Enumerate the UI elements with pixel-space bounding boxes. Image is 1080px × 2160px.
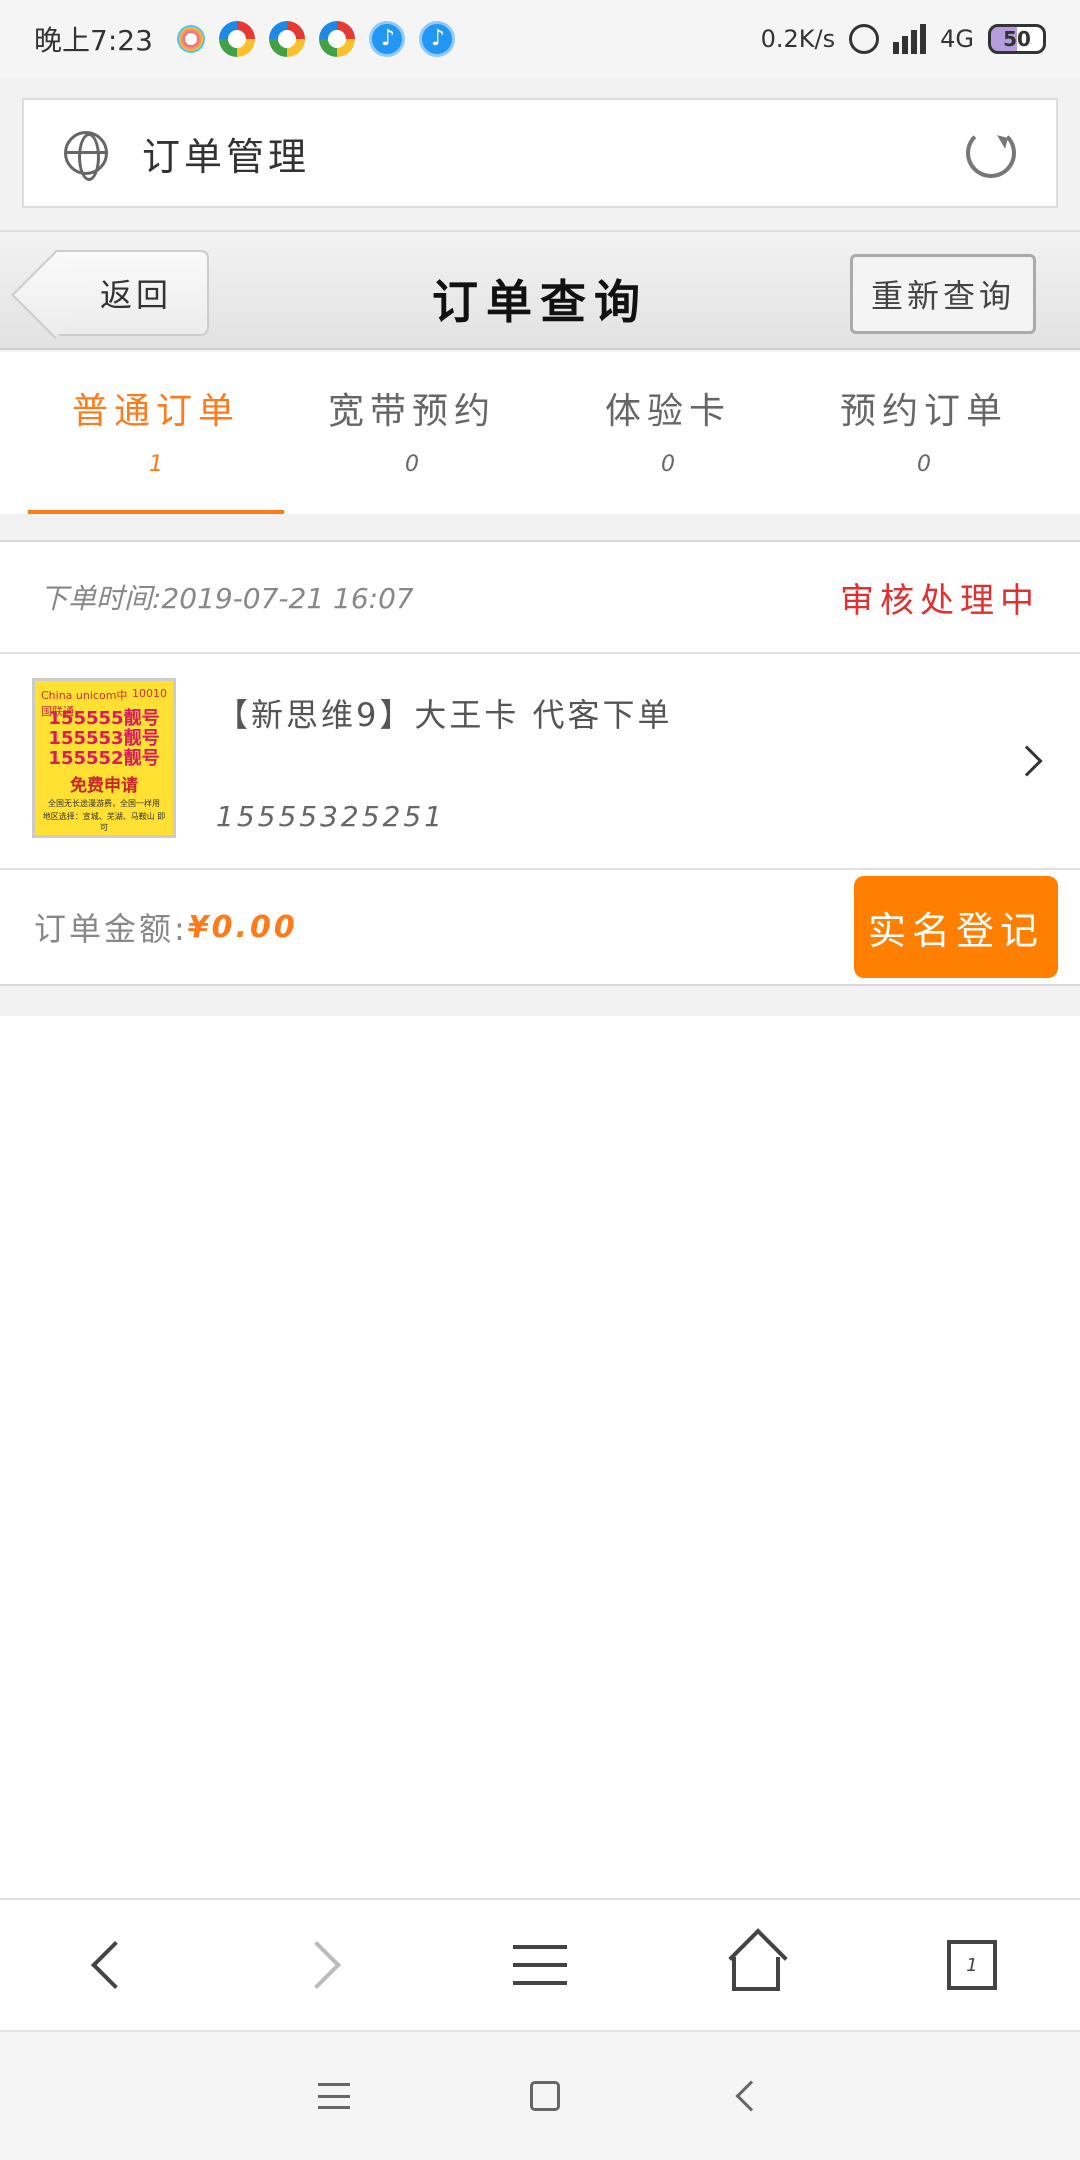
requery-button[interactable]: 重新查询 — [850, 254, 1036, 334]
thumb-brand: China unicom中国联通 — [41, 689, 128, 718]
browser-home-button[interactable] — [711, 1920, 801, 2010]
browser-back-button[interactable] — [63, 1920, 153, 2010]
arrow-right-icon — [292, 1940, 342, 1990]
battery-level: 50 — [1003, 27, 1031, 51]
thumb-hotline: 10010 — [132, 687, 167, 700]
tab-trial-card[interactable]: 体验卡 0 — [540, 352, 796, 514]
amount-value: ¥0.00 — [187, 909, 298, 945]
order-footer: 订单金额: ¥0.00 实名登记 — [0, 870, 1080, 984]
thumb-note: 全国无长途漫游费，全国一样用 — [48, 799, 160, 808]
tab-reserved-orders[interactable]: 预约订单 0 — [796, 352, 1052, 514]
app-notification-icon — [176, 25, 205, 53]
tab-label: 预约订单 — [839, 391, 1008, 432]
tab-label: 普通订单 — [71, 391, 240, 432]
menu-icon — [513, 1945, 567, 1985]
browser-forward-button[interactable] — [279, 1920, 369, 2010]
back-button-label: 返回 — [99, 276, 172, 314]
tab-count: 0 — [405, 452, 419, 477]
alarm-icon — [849, 24, 880, 54]
browser-tabs-button[interactable]: 1 — [927, 1920, 1017, 2010]
order-time: 下单时间:2019-07-21 16:07 — [40, 582, 414, 615]
tab-broadband-reservation[interactable]: 宽带预约 0 — [284, 352, 540, 514]
thumb-note: 地区选择：宣城、芜湖、马鞍山 即可 — [42, 812, 166, 832]
app-notification-icon — [268, 21, 305, 57]
thumb-apply: 免费申请 — [70, 776, 138, 796]
chevron-right-icon[interactable] — [1011, 745, 1043, 777]
status-bar: 晚上7:23 0.2K/s 4G 50 — [0, 0, 1080, 78]
system-home-icon[interactable] — [530, 2081, 560, 2111]
tabs-count-icon: 1 — [947, 1940, 997, 1990]
network-speed: 0.2K/s — [760, 25, 836, 53]
thumb-number-line: 155552靓号 — [48, 748, 160, 769]
product-name: 【新思维9】大王卡 代客下单 — [216, 696, 673, 734]
tab-normal-orders[interactable]: 普通订单 1 — [28, 352, 284, 514]
browser-menu-button[interactable] — [495, 1920, 585, 2010]
system-back-icon[interactable] — [735, 2080, 767, 2112]
tab-count: 0 — [917, 452, 931, 477]
empty-content-area — [0, 1016, 1080, 1898]
home-icon — [732, 1957, 780, 1991]
music-app-icon — [418, 21, 455, 57]
tab-label: 体验卡 — [604, 391, 731, 432]
app-notification-icon — [318, 21, 355, 57]
system-navigation-bar — [0, 2030, 1080, 2160]
tab-count: 0 — [661, 452, 675, 477]
globe-icon — [64, 131, 108, 181]
realname-register-button[interactable]: 实名登记 — [854, 876, 1058, 978]
order-status: 审核处理中 — [840, 580, 1040, 621]
tab-label: 宽带预约 — [327, 391, 496, 432]
arrow-left-icon — [90, 1940, 140, 1990]
refresh-icon[interactable] — [966, 128, 1016, 178]
page-header: 返回 订单查询 重新查询 — [0, 230, 1080, 350]
music-app-icon — [368, 21, 405, 57]
order-header: 下单时间:2019-07-21 16:07 审核处理中 — [0, 542, 1080, 654]
battery-icon: 50 — [988, 24, 1046, 54]
browser-toolbar: 1 — [0, 1898, 1080, 2030]
signal-icon — [893, 24, 927, 54]
app-notification-icon — [218, 21, 255, 57]
thumb-number-line: 155553靓号 — [48, 728, 160, 749]
order-item[interactable]: China unicom中国联通 10010 155555靓号 155553靓号… — [0, 654, 1080, 870]
network-type: 4G — [940, 25, 974, 53]
address-bar-title[interactable]: 订单管理 — [142, 126, 310, 181]
back-button[interactable]: 返回 — [55, 250, 209, 336]
thumb-number-line: 155555靓号 — [48, 708, 160, 729]
address-bar[interactable]: 订单管理 — [22, 98, 1058, 208]
tab-count: 1 — [149, 452, 163, 477]
recent-apps-icon[interactable] — [318, 2083, 350, 2109]
product-thumbnail: China unicom中国联通 10010 155555靓号 155553靓号… — [32, 678, 176, 838]
order-card: 下单时间:2019-07-21 16:07 审核处理中 China unicom… — [0, 540, 1080, 986]
order-tabs: 普通订单 1 宽带预约 0 体验卡 0 预约订单 0 — [0, 352, 1080, 514]
amount-label: 订单金额: — [34, 910, 188, 948]
phone-number: 15555325251 — [216, 800, 445, 833]
status-time: 晚上7:23 — [34, 24, 153, 57]
